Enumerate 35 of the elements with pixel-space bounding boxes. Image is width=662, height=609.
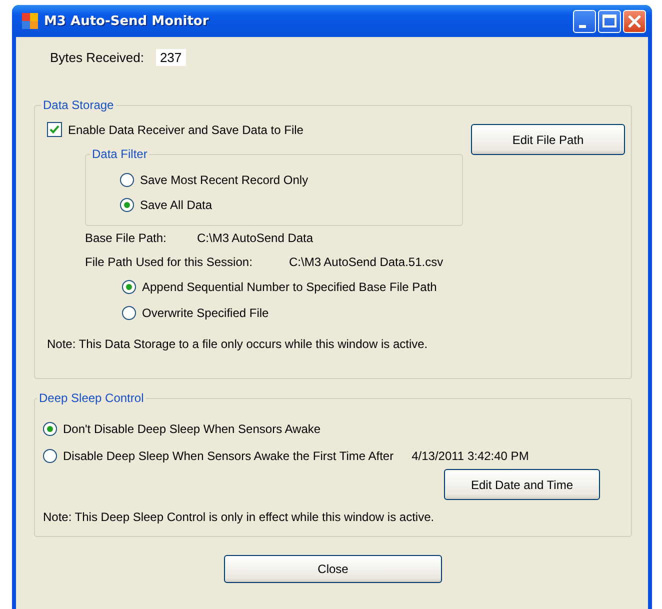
radio-button[interactable]	[43, 422, 57, 436]
note-text: Note: This Deep Sleep Control is only in effect while this window is active.	[43, 510, 436, 524]
maximize-button[interactable]	[598, 10, 621, 32]
radio-label: Don't Disable Deep Sleep When Sensors Awake	[63, 422, 321, 436]
radio-label: Disable Deep Sleep When Sensors Awake the First Time After	[63, 448, 394, 462]
radio-button[interactable]	[120, 198, 134, 212]
group-title: Data Storage	[42, 98, 115, 112]
edit-date-time-button[interactable]: Edit Date and Time	[444, 469, 600, 500]
close-button[interactable]	[623, 10, 646, 32]
radio-button[interactable]	[122, 306, 136, 320]
radio-button[interactable]	[120, 172, 134, 186]
close-dialog-button[interactable]: Close	[224, 555, 442, 583]
radio-label: Save Most Recent Record Only	[140, 172, 308, 186]
radio-button[interactable]	[122, 280, 136, 294]
checkbox[interactable]	[47, 122, 62, 137]
app-icon	[22, 13, 38, 29]
path-label: File Path Used for this Session:	[85, 255, 254, 269]
edit-file-path-button[interactable]: Edit File Path	[471, 124, 625, 155]
radio-label: Save All Data	[140, 198, 212, 212]
radio-label: Overwrite Specified File	[142, 306, 269, 320]
radio-label: Append Sequential Number to Specified Base File Path	[142, 280, 437, 294]
bytes-value: 237	[156, 48, 186, 66]
path-value: C:\M3 AutoSend Data.51.csv	[289, 255, 444, 269]
minimize-button[interactable]	[573, 10, 596, 32]
group-title: Data Filter	[91, 147, 148, 161]
minimize-icon	[578, 24, 586, 28]
group-title: Deep Sleep Control	[38, 391, 145, 405]
bytes-label: Bytes Received:	[50, 50, 144, 64]
window-title: M3 Auto-Send Monitor	[44, 14, 210, 28]
path-value: C:\M3 AutoSend Data	[197, 231, 314, 245]
checkbox-label: Enable Data Receiver and Save Data to File	[68, 122, 304, 136]
date-time-text: 4/13/2011 3:42:40 PM	[412, 448, 529, 462]
path-label: Base File Path:	[85, 231, 168, 245]
note-text: Note: This Data Storage to a file only occurs while this window is active.	[47, 336, 429, 353]
radio-button[interactable]	[43, 448, 57, 462]
